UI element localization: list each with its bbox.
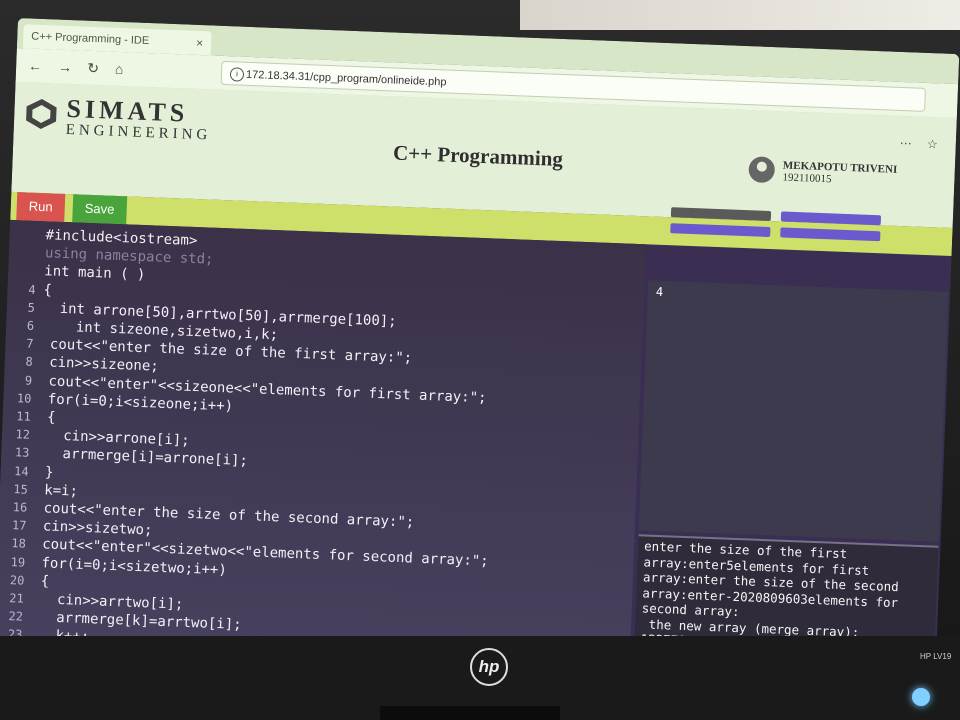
avatar[interactable] [748,156,776,184]
line-number: 4 [28,282,36,297]
background-wall [520,0,960,30]
brand: SIMATS ENGINEERING [65,94,212,145]
line-number: 5 [27,300,36,315]
close-icon[interactable]: × [196,31,204,55]
code-text: { [43,281,53,299]
line-number: 7 [25,336,34,352]
code-text: { [32,572,50,590]
hp-logo: hp [470,648,508,686]
line-number: 12 [15,427,31,442]
info-icon[interactable]: i [229,67,245,82]
code-text: arrmerge[i]=arrone[i]; [36,445,249,470]
line-number: 13 [14,445,30,461]
input-value: 4 [655,284,664,299]
tab-title: C++ Programming - IDE [31,30,150,48]
line-number: 19 [10,554,26,570]
code-text: int main ( ) [43,263,146,284]
user-id: 192110015 [782,171,832,186]
input-panel[interactable]: 4 [638,280,949,542]
save-button[interactable]: Save [72,194,127,225]
forward-icon[interactable]: → [54,55,77,78]
back-icon[interactable]: ← [24,54,47,77]
logo-icon [26,98,57,129]
page-title: C++ Programming [392,140,564,172]
panel-tab[interactable] [780,227,881,242]
line-number: 18 [11,536,27,552]
browser-action-icons[interactable]: ⋯ ☆ [899,136,944,152]
monitor-stand [380,706,560,720]
code-text: { [38,409,56,426]
line-number: 20 [9,572,25,588]
line-number [8,274,36,275]
line-number: 8 [25,354,34,370]
line-number: 10 [16,391,32,406]
line-number [9,256,37,257]
line-number: 15 [13,481,29,497]
user-info: MEKAPOTU TRIVENI 192110015 [748,156,897,187]
line-number: 6 [26,318,35,333]
home-icon[interactable]: ⌂ [108,58,131,81]
line-number: 14 [13,463,29,479]
line-number: 22 [8,609,24,624]
reload-icon[interactable]: ↻ [82,57,105,80]
line-number: 16 [12,500,28,515]
line-number: 11 [15,409,31,424]
monitor-model: HP LV19 [920,652,952,661]
code-text: k=i; [35,481,79,500]
code-editor[interactable]: #include<iostream> using namespace std; in… [0,219,646,664]
url-text: 172.18.34.31/cpp_program/onlineide.php [245,68,447,89]
code-text: } [36,463,54,481]
code-text: cin>>sizetwo; [34,518,153,539]
code-text: cin>>sizeone; [40,354,160,376]
line-number: 17 [11,518,27,533]
line-number [10,238,38,239]
line-number: 21 [9,591,24,606]
run-button[interactable]: Run [16,192,66,222]
screen: C++ Programming - IDE × ← → ↻ ⌂ i 172.18… [0,18,960,674]
line-number: 9 [24,373,33,388]
panel-tab[interactable] [670,223,771,238]
power-button[interactable] [912,688,930,706]
